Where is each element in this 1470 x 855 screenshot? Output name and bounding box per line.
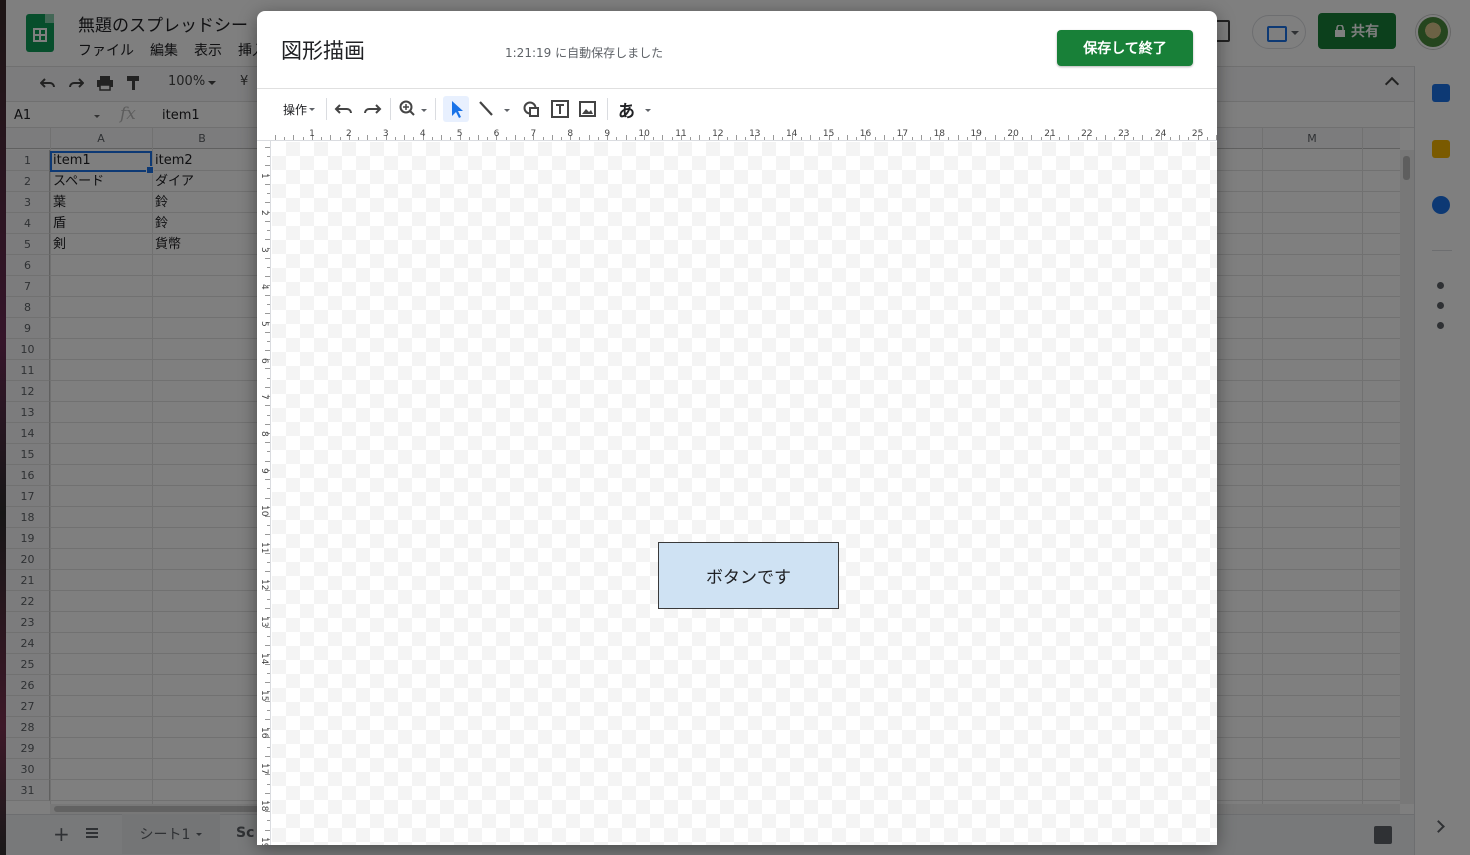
ruler-label: 11 xyxy=(259,542,269,554)
ruler-label: 20 xyxy=(1007,129,1019,139)
zoom-icon[interactable] xyxy=(397,99,429,119)
ruler-label: 2 xyxy=(346,129,352,139)
horizontal-ruler: 1 2 3 4 5 6 7 8 9 10 11 12 13 14 15 16 17 18 19 20 21 22 23 24 2… xyxy=(257,127,1217,141)
ruler-label: 12 xyxy=(712,129,724,139)
autosave-status: 1:21:19 に自動保存しました xyxy=(505,46,664,60)
ruler-label: 9 xyxy=(604,129,611,139)
shape-icon[interactable] xyxy=(521,99,543,119)
ruler-label: 19 xyxy=(970,129,982,139)
ruler-label: 7 xyxy=(259,394,269,401)
chevron-down-icon xyxy=(645,109,651,115)
select-arrow-icon[interactable] xyxy=(445,99,467,119)
actions-menu-label: 操作 xyxy=(282,102,307,117)
ruler-label: 3 xyxy=(259,246,269,253)
image-icon[interactable] xyxy=(577,99,599,119)
ruler-label: 7 xyxy=(530,129,537,139)
ruler-label: 17 xyxy=(896,129,909,139)
ruler-label: 10 xyxy=(259,505,269,517)
actions-menu[interactable]: 操作 xyxy=(277,96,321,122)
ruler-label: 2 xyxy=(259,209,269,216)
textbox-icon[interactable] xyxy=(549,99,571,119)
ruler-label: 15 xyxy=(822,129,835,139)
ruler-label: 3 xyxy=(382,129,389,139)
ruler-label: 5 xyxy=(456,129,463,139)
undo-icon[interactable] xyxy=(333,99,355,119)
ruler-label: 6 xyxy=(493,129,500,139)
ruler-label: 14 xyxy=(785,129,798,139)
ruler-label: 4 xyxy=(419,129,426,139)
ruler-label: 14 xyxy=(259,652,269,665)
button-shape-text: ボタンです xyxy=(706,568,791,588)
ruler-label: 12 xyxy=(259,578,269,591)
save-and-close-button[interactable]: 保存して終了 xyxy=(1057,30,1193,66)
drawing-canvas[interactable]: ボタンです xyxy=(272,142,1217,845)
ruler-label: 13 xyxy=(749,129,761,139)
ruler-label: 24 xyxy=(1154,129,1167,139)
ruler-label: 6 xyxy=(259,357,269,364)
ruler-label: 9 xyxy=(259,468,269,474)
drawing-dialog: 図形描画 1:21:19 に自動保存しました 保存して終了 操作 あ 12345… xyxy=(257,11,1217,845)
ruler-label: 5 xyxy=(259,320,269,327)
ruler-label: 8 xyxy=(259,431,269,438)
vertical-ruler: 1 2 3 4 5 6 7 8 9 10 11 12 13 14 15 16 17 18 19 xyxy=(257,141,271,845)
ruler-label: 1 xyxy=(259,173,269,179)
ruler-label: 23 xyxy=(1118,129,1130,139)
dialog-title: 図形描画 xyxy=(281,39,365,63)
ruler-label: 1 xyxy=(309,129,315,139)
ruler-label: 8 xyxy=(567,129,574,139)
ruler-label: 17 xyxy=(259,763,269,775)
ruler-label: 25 xyxy=(1191,129,1204,139)
ruler-label: 10 xyxy=(638,129,650,139)
line-icon[interactable] xyxy=(475,99,511,119)
button-shape[interactable]: ボタンです xyxy=(658,542,839,609)
ruler-label: 16 xyxy=(859,129,872,139)
ruler-label: 11 xyxy=(675,129,687,139)
chevron-down-icon xyxy=(309,107,315,114)
ruler-label: 4 xyxy=(259,283,269,290)
ruler-label: 22 xyxy=(1081,129,1093,139)
ruler-label: 18 xyxy=(933,129,946,139)
ruler-label: 15 xyxy=(259,689,269,702)
ruler-label: 19 xyxy=(259,837,269,845)
redo-icon[interactable] xyxy=(361,99,383,119)
ruler-label: 13 xyxy=(259,615,269,628)
ruler-label: 21 xyxy=(1044,129,1056,139)
ruler-label: 16 xyxy=(259,726,269,738)
text-style-menu[interactable]: あ xyxy=(618,97,635,122)
ruler-label: 18 xyxy=(259,800,269,812)
